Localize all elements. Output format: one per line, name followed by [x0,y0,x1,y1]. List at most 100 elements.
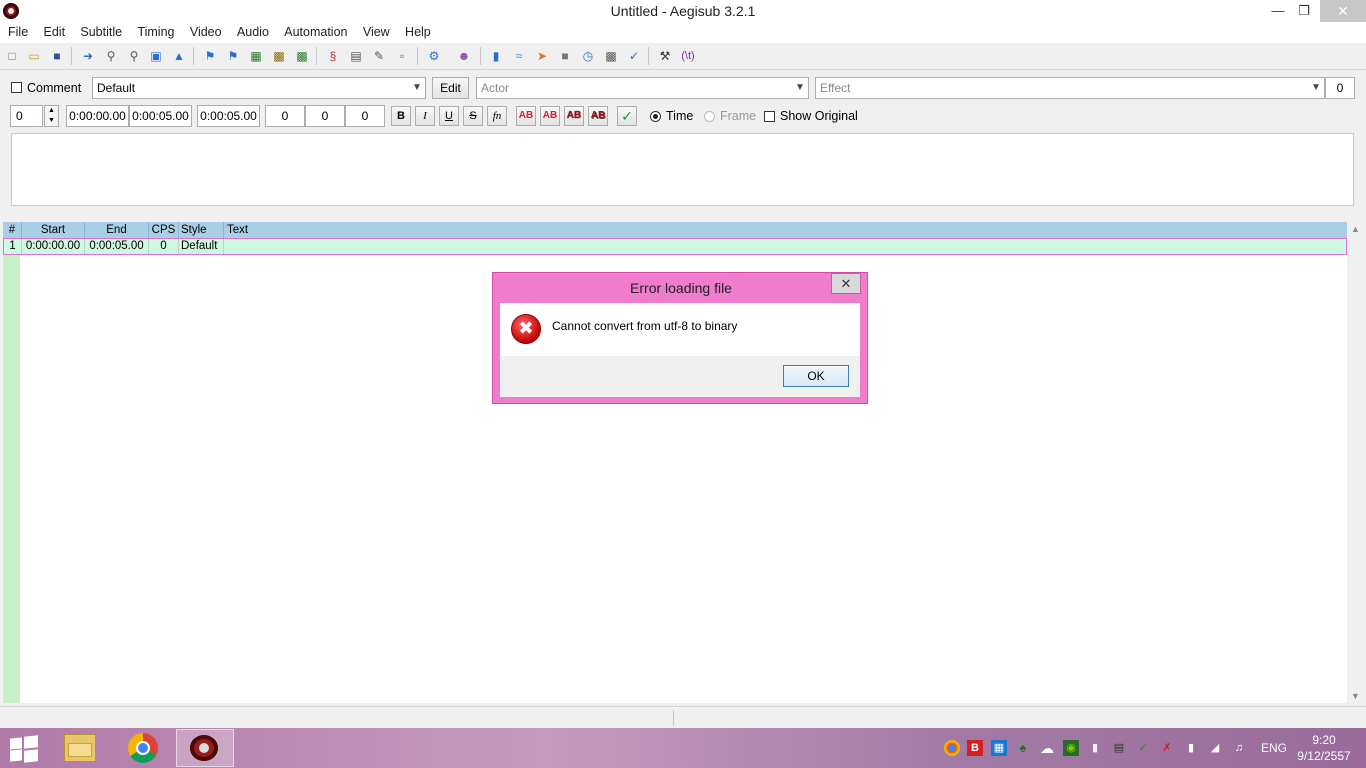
stop-icon[interactable]: ■ [557,48,573,64]
col-cps[interactable]: CPS [149,222,179,238]
table-row[interactable]: 1 0:00:00.00 0:00:05.00 0 Default [3,238,1347,255]
comment-checkbox[interactable] [11,82,22,93]
commit-check-icon[interactable]: ✓ [617,106,637,126]
italic-button[interactable]: I [415,106,435,126]
menu-timing[interactable]: Timing [131,22,180,43]
save-file-icon[interactable]: ■ [49,48,65,64]
jump-to-icon[interactable]: ➜ [80,48,96,64]
dialog-close-button[interactable]: ✕ [831,273,861,294]
actor-field[interactable]: Actor ▼ [476,77,809,99]
flag-tray-icon[interactable]: ✗ [1159,740,1175,756]
display-tray-icon[interactable]: ▤ [1111,740,1127,756]
aegisub-taskbar-button[interactable] [176,729,234,767]
wifi-signal-icon[interactable]: ◢ [1207,740,1223,756]
file-explorer-icon[interactable] [64,734,96,762]
menu-edit[interactable]: Edit [38,22,72,43]
restore-button[interactable]: ❐ [1291,0,1317,22]
check-icon[interactable]: ✓ [626,48,642,64]
edit-style-button[interactable]: Edit [432,77,469,99]
shadow-color-button[interactable]: AB [588,106,608,126]
usb-tray-icon[interactable]: ▮ [1087,740,1103,756]
margin-right-field[interactable]: 0 [305,105,345,127]
menu-audio[interactable]: Audio [231,22,275,43]
underline-button[interactable]: U [439,106,459,126]
mascot-icon[interactable]: ☻ [456,48,472,64]
updates-tray-icon[interactable]: ♠ [1015,740,1031,756]
audio-sync-icon[interactable]: ≈ [511,48,527,64]
menu-help[interactable]: Help [399,22,437,43]
margin-left-field[interactable]: 0 [265,105,305,127]
kanji-timer-icon[interactable]: ➤ [534,48,550,64]
automation-script-icon[interactable]: (\t) [680,48,696,64]
grid-scrollbar[interactable]: ▲ ▼ [1347,222,1364,703]
automation-icon[interactable]: ⚙ [426,48,442,64]
chrome-icon[interactable] [128,733,158,763]
col-start[interactable]: Start [22,222,85,238]
windows-start-icon[interactable] [10,735,38,763]
col-style[interactable]: Style [179,222,224,238]
new-file-icon[interactable]: □ [4,48,20,64]
b-tray-icon[interactable]: B [967,740,983,756]
select-lines-icon[interactable]: ▩ [603,48,619,64]
ok-button[interactable]: OK [783,365,849,387]
scroll-up-icon[interactable]: ▲ [1347,224,1364,234]
layer-field[interactable]: 0 [10,105,43,127]
clock-icon[interactable]: ◷ [580,48,596,64]
col-end[interactable]: End [85,222,149,238]
close-button[interactable]: ✕ [1320,0,1366,22]
duration-field[interactable]: 0:00:05.00 [197,105,260,127]
snapshot-icon[interactable]: ▲ [171,48,187,64]
show-original-checkbox[interactable] [764,111,775,122]
strikeout-button[interactable]: S [463,106,483,126]
chrome-tray-icon[interactable] [944,740,960,756]
volume-icon[interactable]: ♫ [1231,740,1247,756]
battery-tray-icon[interactable]: ▮ [1183,740,1199,756]
clock-time[interactable]: 9:20 [1296,733,1352,747]
dialog-message: Cannot convert from utf-8 to binary [552,319,738,333]
timing-post-processor-icon[interactable]: ✎ [371,48,387,64]
menu-subtitle[interactable]: Subtitle [74,22,128,43]
spell-checker-icon[interactable]: § [325,48,341,64]
nvidia-tray-icon[interactable]: ◉ [1063,740,1079,756]
fonts-collector-icon[interactable]: ▩ [271,48,287,64]
menu-automation[interactable]: Automation [278,22,353,43]
zoom-out-icon[interactable]: ⚲ [126,48,142,64]
layer-spinner[interactable]: ▲ ▼ [44,105,59,127]
resample-icon[interactable]: ▩ [294,48,310,64]
options-icon[interactable]: ⚒ [657,48,673,64]
outline-color-button[interactable]: AB [564,106,584,126]
col-text[interactable]: Text [224,222,1347,238]
menu-video[interactable]: Video [184,22,228,43]
subtitle-text-editor[interactable] [11,133,1354,206]
cloud-tray-icon[interactable]: ☁ [1039,740,1055,756]
bold-button[interactable]: B [391,106,411,126]
check-tray-icon[interactable]: ✓ [1135,740,1151,756]
margin-vertical-field[interactable]: 0 [345,105,385,127]
open-file-icon[interactable]: ▭ [26,48,42,64]
end-time-field[interactable]: 0:00:05.00 [129,105,192,127]
menu-file[interactable]: File [2,22,34,43]
attachments-icon[interactable]: ▦ [248,48,264,64]
shift-times-icon[interactable]: ▮ [488,48,504,64]
network-tray-icon[interactable]: ▦ [991,740,1007,756]
style-select[interactable]: Default ▼ [92,77,426,99]
secondary-color-button[interactable]: AB [540,106,560,126]
styles-manager-icon[interactable]: ⚑ [202,48,218,64]
zoom-in-icon[interactable]: ⚲ [103,48,119,64]
clock-date[interactable]: 9/12/2557 [1290,749,1358,763]
scroll-down-icon[interactable]: ▼ [1347,691,1364,701]
styling-assistant-icon[interactable]: ⚑ [225,48,241,64]
time-radio[interactable] [650,111,661,122]
minimize-button[interactable]: — [1265,0,1291,22]
frame-radio[interactable] [704,111,715,122]
menu-view[interactable]: View [357,22,396,43]
start-time-field[interactable]: 0:00:00.00 [66,105,129,127]
effect-field[interactable]: Effect ▼ [815,77,1325,99]
video-details-icon[interactable]: ▣ [148,48,164,64]
font-button[interactable]: fn [487,106,507,126]
primary-color-button[interactable]: AB [516,106,536,126]
translation-assistant-icon[interactable]: ▫ [394,48,410,64]
properties-icon[interactable]: ▤ [348,48,364,64]
language-indicator[interactable]: ENG [1261,741,1287,755]
col-number[interactable]: # [3,222,22,238]
